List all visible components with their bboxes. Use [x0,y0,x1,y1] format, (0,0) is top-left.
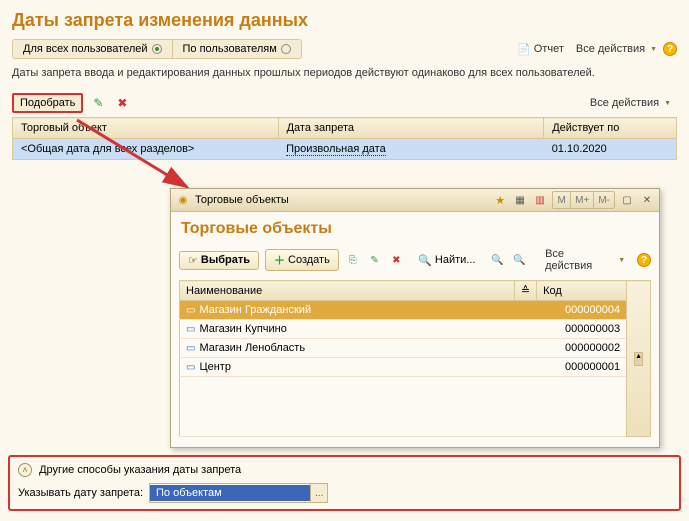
cell-trade-object: <Общая дата для всех разделов> [13,139,279,160]
top-toolbar: Для всех пользователей По пользователям … [0,39,689,65]
tab-all-users[interactable]: Для всех пользователей [13,40,173,58]
choose-button[interactable]: ☞ Выбрать [179,251,259,270]
find-label: Найти... [435,254,476,266]
col-sort-indicator[interactable]: ≙ [514,281,536,301]
clear-filter-icon[interactable]: 🔍 [489,252,505,268]
list-item[interactable]: ▭ Магазин Гражданский 000000004 [180,301,651,320]
plus-icon: ＋ [274,252,285,268]
calc-icon[interactable]: ▦ [512,192,528,208]
main-table-toolbar: Подобрать ✎ ✖ Все действия ▼ [0,91,689,115]
close-icon[interactable]: ✕ [639,192,655,208]
select-more-icon[interactable]: ... [310,484,327,502]
cell-valid-until: 01.10.2020 [544,139,677,160]
help-icon[interactable]: ? [663,42,677,56]
cell-code: 000000003 [537,320,627,339]
all-actions-top-label: Все действия [576,43,645,55]
search-icon: 🔍 [418,254,432,267]
all-actions-top[interactable]: Все действия ▼ [570,41,663,57]
select-button[interactable]: Подобрать [12,93,83,113]
item-icon: ▭ [186,324,195,335]
cell-name: Магазин Купчино [199,323,286,335]
calendar-icon[interactable]: ▥ [532,192,548,208]
item-icon: ▭ [186,343,195,354]
memory-group: М М+ М- [552,191,615,209]
col-code[interactable]: Код [537,281,627,301]
col-name[interactable]: Наименование [180,281,515,301]
collapse-icon[interactable]: ˄ [18,463,32,477]
chevron-down-icon: ▼ [664,100,671,107]
report-label: Отчет [534,43,564,55]
other-methods-section: ˄ Другие способы указания даты запрета У… [8,455,681,511]
cell-code: 000000001 [537,358,627,377]
tab-by-users[interactable]: По пользователям [173,40,301,58]
page-title: Даты запрета изменения данных [0,0,689,39]
cell-code: 000000002 [537,339,627,358]
all-actions-table[interactable]: Все действия ▼ [584,95,677,111]
cell-code: 000000004 [537,301,627,320]
radio-checked-icon [152,44,162,54]
all-actions-dialog[interactable]: Все действия ▼ [539,246,631,274]
cell-ban-date: Произвольная дата [278,139,544,160]
trade-objects-dialog: ◉ Торговые объекты ★ ▦ ▥ М М+ М- ▢ ✕ Тор… [170,188,660,448]
copy-icon[interactable]: ⎘ [345,252,361,268]
choose-label: Выбрать [201,254,250,266]
create-label: Создать [288,254,330,266]
user-scope-tabs: Для всех пользователей По пользователям [12,39,302,59]
list-item[interactable]: ▭ Магазин Купчино 000000003 [180,320,651,339]
scrollbar[interactable]: ▲ [627,281,651,437]
radio-unchecked-icon [281,44,291,54]
section-heading: Другие способы указания даты запрета [39,464,241,476]
ban-date-mode-value: По объектам [150,485,310,501]
dialog-titlebar: ◉ Торговые объекты ★ ▦ ▥ М М+ М- ▢ ✕ [171,189,659,212]
m-minus-btn[interactable]: М- [594,192,614,208]
m-plus-btn[interactable]: М+ [571,192,594,208]
chevron-down-icon: ▼ [650,46,657,53]
cell-name: Центр [199,361,231,373]
item-icon: ▭ [186,362,195,373]
item-icon: ▭ [186,305,195,316]
delete-icon[interactable]: ✖ [113,94,131,112]
cell-name: Магазин Гражданский [199,304,311,316]
ban-date-mode-row: Указывать дату запрета: По объектам ... [18,483,671,503]
dialog-titlebar-text: Торговые объекты [195,194,289,206]
help-icon[interactable]: ? [637,253,651,267]
col-trade-object[interactable]: Торговый объект [13,118,279,139]
main-table: Торговый объект Дата запрета Действует п… [12,117,677,160]
report-button[interactable]: 📄 Отчет [511,41,570,58]
delete-icon[interactable]: ✖ [388,252,404,268]
edit-icon[interactable]: ✎ [89,94,107,112]
cell-name: Магазин Ленобласть [199,342,305,354]
all-actions-table-label: Все действия [590,97,659,109]
m-btn[interactable]: М [553,192,571,208]
app-icon: ◉ [175,192,191,208]
tab-all-users-label: Для всех пользователей [23,43,148,55]
dialog-table: Наименование ≙ Код ▲ ▭ Магазин Граждански… [179,280,651,437]
dialog-toolbar: ☞ Выбрать ＋ Создать ⎘ ✎ ✖ 🔍 Найти... 🔍 🔍… [171,244,659,280]
list-item[interactable]: ▭ Центр 000000001 [180,358,651,377]
ban-date-mode-label: Указывать дату запрета: [18,487,143,499]
all-actions-dialog-label: Все действия [545,248,613,272]
tab-by-users-label: По пользователям [183,43,277,55]
col-valid-until[interactable]: Действует по [544,118,677,139]
col-ban-date[interactable]: Дата запрета [278,118,544,139]
section-header-row[interactable]: ˄ Другие способы указания даты запрета [18,463,671,477]
pointing-hand-icon: ☞ [188,254,198,267]
report-icon: 📄 [517,43,531,56]
list-item[interactable]: ▭ Магазин Ленобласть 000000002 [180,339,651,358]
edit-icon[interactable]: ✎ [367,252,383,268]
refresh-icon[interactable]: 🔍 [511,252,527,268]
maximize-icon[interactable]: ▢ [619,192,635,208]
chevron-down-icon: ▼ [618,257,625,264]
favorite-icon[interactable]: ★ [492,192,508,208]
dialog-header: Торговые объекты [171,212,659,244]
create-button[interactable]: ＋ Создать [265,249,339,271]
table-row[interactable]: <Общая дата для всех разделов> Произволь… [13,139,677,160]
info-text: Даты запрета ввода и редактирования данн… [0,65,689,91]
ban-date-mode-select[interactable]: По объектам ... [149,483,328,503]
find-button[interactable]: 🔍 Найти... [410,252,483,269]
